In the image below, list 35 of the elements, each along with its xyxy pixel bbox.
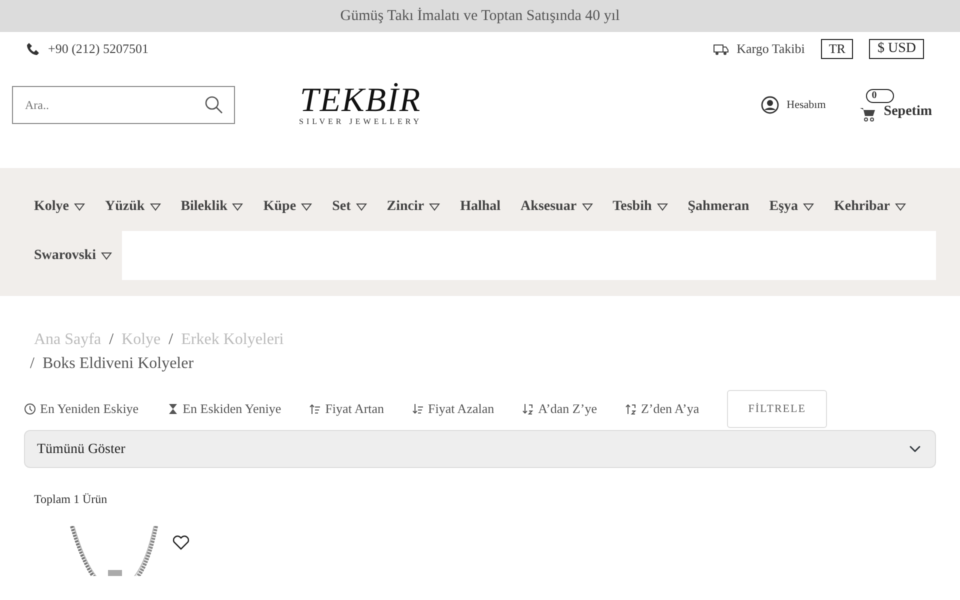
- sort-option[interactable]: En Yeniden Eskiye: [24, 399, 139, 419]
- breadcrumb-separator: /: [168, 331, 174, 348]
- cargo-tracking-link[interactable]: Kargo Takibi: [736, 39, 805, 59]
- truck-icon: [712, 42, 729, 56]
- breadcrumb-separator: /: [109, 331, 114, 348]
- sort-ascending-icon: [309, 403, 322, 415]
- sort-option[interactable]: Z’den A’ya: [624, 399, 700, 419]
- logo[interactable]: TEKBİR SILVER JEWELLERY: [299, 84, 422, 126]
- cart-count-badge: 0: [866, 88, 894, 102]
- currency-selector[interactable]: $ USD: [869, 39, 924, 59]
- filter-button[interactable]: FİLTRELE: [727, 390, 828, 428]
- search-icon: [205, 96, 223, 114]
- sort-alpha-reverse-icon: [624, 403, 637, 415]
- announcement-text: Gümüş Takı İmalatı ve Toptan Satışında 40 yıl: [340, 6, 620, 26]
- favorite-heart-icon[interactable]: [172, 534, 190, 550]
- hourglass-icon: [166, 403, 179, 415]
- total-count: Toplam 1 Ürün: [33, 491, 108, 508]
- cart-link[interactable]: 0 Sepetim: [860, 88, 932, 122]
- breadcrumb-separator: /: [30, 355, 34, 372]
- cart-icon: [860, 106, 876, 122]
- clock-icon: [24, 403, 36, 415]
- sort-option[interactable]: Fiyat Azalan: [412, 399, 494, 419]
- phone-number: +90 (212) 5207501: [48, 40, 148, 58]
- language-selector[interactable]: TR: [820, 39, 854, 59]
- account-link[interactable]: Hesabım: [760, 96, 826, 114]
- sort-option[interactable]: A’dan Z’ye: [522, 399, 597, 419]
- sort-option[interactable]: Fiyat Artan: [309, 399, 384, 419]
- sort-option[interactable]: En Eskiden Yeniye: [166, 399, 282, 419]
- breadcrumb-current: Boks Eldiveni Kolyeler: [42, 355, 194, 372]
- show-all-select[interactable]: Tümünü Göster: [24, 430, 936, 468]
- phone-icon: [26, 42, 40, 56]
- sort-descending-icon: [412, 403, 424, 415]
- search-field[interactable]: Ara..: [12, 86, 235, 124]
- user-icon: [760, 96, 779, 114]
- sort-alpha-icon: [522, 403, 534, 415]
